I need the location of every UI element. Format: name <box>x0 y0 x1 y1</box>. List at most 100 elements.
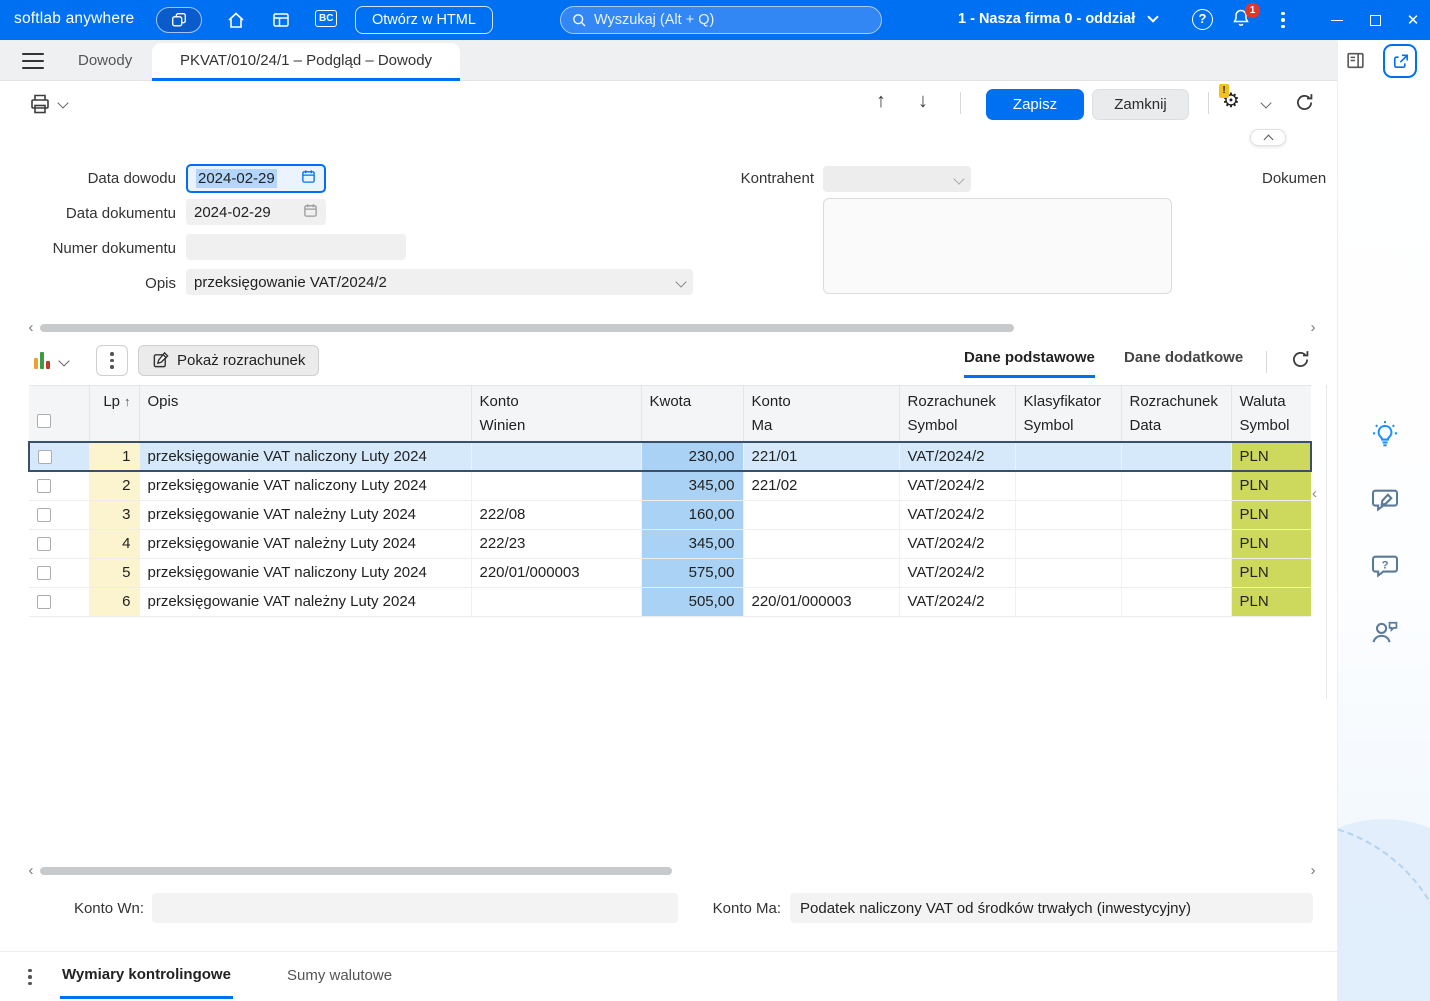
header-lp[interactable]: Lp ↑ <box>89 385 140 443</box>
cell-konto-winien[interactable]: 222/23 <box>471 529 642 559</box>
chart-view-icon[interactable] <box>34 349 54 369</box>
scrollbar-track[interactable] <box>38 321 1306 335</box>
side-panel-icon[interactable] <box>1345 50 1367 72</box>
navigate-up-button[interactable]: ↑ <box>876 91 886 111</box>
cell-klasyfikator-symbol[interactable] <box>1015 441 1122 472</box>
header-opis[interactable]: Opis <box>139 385 472 443</box>
assistant-lightbulb-icon[interactable] <box>1369 419 1401 451</box>
close-document-button[interactable]: Zamknij <box>1092 89 1189 120</box>
cell-rozrachunek-symbol[interactable]: VAT/2024/2 <box>899 471 1016 501</box>
grid-menu-button[interactable] <box>96 345 128 376</box>
calendar-icon[interactable] <box>303 203 318 222</box>
menu-icon[interactable] <box>22 53 44 69</box>
table-row[interactable]: 6 przeksięgowanie VAT należny Luty 2024 50… <box>29 587 1311 617</box>
tab-sumy-walutowe[interactable]: Sumy walutowe <box>285 952 394 999</box>
cell-rozrachunek-data[interactable] <box>1121 500 1232 530</box>
cell-lp[interactable]: 3 <box>89 500 140 530</box>
tab-dowody[interactable]: Dowody <box>66 40 144 81</box>
cell-rozrachunek-symbol[interactable]: VAT/2024/2 <box>899 558 1016 588</box>
table-row[interactable]: 5 przeksięgowanie VAT naliczony Luty 2024… <box>29 558 1311 588</box>
scrollbar-thumb[interactable] <box>40 324 1014 332</box>
header-konto-winien[interactable]: Konto Winien <box>471 385 642 443</box>
cell-konto-winien[interactable] <box>471 471 642 501</box>
scroll-right-icon[interactable]: › <box>1306 863 1320 878</box>
cell-klasyfikator-symbol[interactable] <box>1015 529 1122 559</box>
search-box[interactable] <box>560 6 882 34</box>
modules-icon[interactable] <box>270 9 292 31</box>
save-button[interactable]: Zapisz <box>986 89 1084 120</box>
chart-options-chevron-icon[interactable] <box>58 355 70 367</box>
cell-kwota[interactable]: 345,00 <box>641 529 744 559</box>
cell-konto-ma[interactable]: 221/01 <box>743 441 900 472</box>
cell-lp[interactable]: 6 <box>89 587 140 617</box>
table-row[interactable]: 2 przeksięgowanie VAT naliczony Luty 2024… <box>29 471 1311 501</box>
cell-kwota[interactable]: 160,00 <box>641 500 744 530</box>
cell-rozrachunek-data[interactable] <box>1121 587 1232 617</box>
workspace-switcher-button[interactable] <box>156 7 202 33</box>
data-dowodu-input[interactable]: 2024-02-29 <box>186 164 326 193</box>
tab-dane-dodatkowe[interactable]: Dane dodatkowe <box>1124 349 1243 375</box>
cell-rozrachunek-symbol[interactable]: VAT/2024/2 <box>899 500 1016 530</box>
dokument-notes-textarea[interactable] <box>823 198 1172 294</box>
cell-konto-winien[interactable] <box>471 441 642 472</box>
data-dokumentu-input[interactable]: 2024-02-29 <box>186 199 326 225</box>
share-button[interactable] <box>1383 44 1417 78</box>
row-checkbox[interactable] <box>37 479 51 494</box>
header-konto-ma[interactable]: Konto Ma <box>743 385 900 443</box>
cell-konto-ma[interactable]: 221/02 <box>743 471 900 501</box>
cell-konto-ma[interactable] <box>743 558 900 588</box>
header-rozrachunek-data[interactable]: Rozrachunek Data <box>1121 385 1232 443</box>
cell-waluta[interactable]: PLN <box>1231 558 1311 588</box>
collapse-header-button[interactable] <box>1250 129 1286 146</box>
search-input[interactable] <box>594 12 871 28</box>
print-options-chevron-icon[interactable] <box>57 97 69 109</box>
print-button[interactable] <box>26 90 54 118</box>
bottom-menu-icon[interactable] <box>24 967 36 987</box>
notifications-bell-icon[interactable]: 1 <box>1231 3 1260 32</box>
cell-rozrachunek-data[interactable] <box>1121 471 1232 501</box>
cell-lp[interactable]: 5 <box>89 558 140 588</box>
close-button[interactable]: ✕ <box>1396 0 1430 40</box>
cell-konto-winien[interactable]: 222/08 <box>471 500 642 530</box>
row-checkbox[interactable] <box>37 537 51 552</box>
cell-kwota[interactable]: 230,00 <box>641 441 744 472</box>
cell-opis[interactable]: przeksięgowanie VAT naliczony Luty 2024 <box>139 441 472 472</box>
cell-kwota[interactable]: 575,00 <box>641 558 744 588</box>
help-chat-icon[interactable]: ? <box>1369 551 1401 583</box>
cell-konto-winien[interactable] <box>471 587 642 617</box>
tab-wymiary-kontrolingowe[interactable]: Wymiary kontrolingowe <box>60 952 233 999</box>
overflow-menu-icon[interactable] <box>1276 10 1290 30</box>
minimize-button[interactable] <box>1320 0 1354 40</box>
settings-gear-icon[interactable]: ⚙! <box>1219 84 1248 114</box>
header-rozrachunek-symbol[interactable]: Rozrachunek Symbol <box>899 385 1016 443</box>
collapse-panel-icon[interactable]: ‹ <box>1312 485 1326 502</box>
scroll-left-icon[interactable]: ‹ <box>24 863 38 878</box>
cell-rozrachunek-data[interactable] <box>1121 441 1232 472</box>
cell-rozrachunek-symbol[interactable]: VAT/2024/2 <box>899 441 1016 472</box>
row-checkbox[interactable] <box>37 508 51 523</box>
maximize-button[interactable] <box>1358 0 1392 40</box>
cell-konto-ma[interactable]: 220/01/000003 <box>743 587 900 617</box>
cell-rozrachunek-symbol[interactable]: VAT/2024/2 <box>899 587 1016 617</box>
bc-icon[interactable]: BC <box>315 10 338 27</box>
cell-klasyfikator-symbol[interactable] <box>1015 587 1122 617</box>
cell-rozrachunek-symbol[interactable]: VAT/2024/2 <box>899 529 1016 559</box>
open-in-html-button[interactable]: Otwórz w HTML <box>355 6 493 34</box>
cell-waluta[interactable]: PLN <box>1231 471 1311 501</box>
tab-pkvat-active[interactable]: PKVAT/010/24/1 – Podgląd – Dowody <box>152 43 460 81</box>
cell-konto-ma[interactable] <box>743 529 900 559</box>
table-row[interactable]: 3 przeksięgowanie VAT należny Luty 2024 22… <box>29 500 1311 530</box>
row-checkbox[interactable] <box>37 566 51 581</box>
navigate-down-button[interactable]: ↓ <box>918 91 928 111</box>
scroll-left-icon[interactable]: ‹ <box>24 320 38 335</box>
contact-person-icon[interactable] <box>1369 617 1401 649</box>
cell-opis[interactable]: przeksięgowanie VAT naliczony Luty 2024 <box>139 471 472 501</box>
calendar-icon[interactable] <box>301 169 316 188</box>
cell-konto-winien[interactable]: 220/01/000003 <box>471 558 642 588</box>
table-row[interactable]: 1 przeksięgowanie VAT naliczony Luty 2024… <box>28 441 1312 472</box>
cell-opis[interactable]: przeksięgowanie VAT należny Luty 2024 <box>139 529 472 559</box>
cell-rozrachunek-data[interactable] <box>1121 529 1232 559</box>
cell-opis[interactable]: przeksięgowanie VAT należny Luty 2024 <box>139 587 472 617</box>
cell-kwota[interactable]: 345,00 <box>641 471 744 501</box>
cell-klasyfikator-symbol[interactable] <box>1015 558 1122 588</box>
